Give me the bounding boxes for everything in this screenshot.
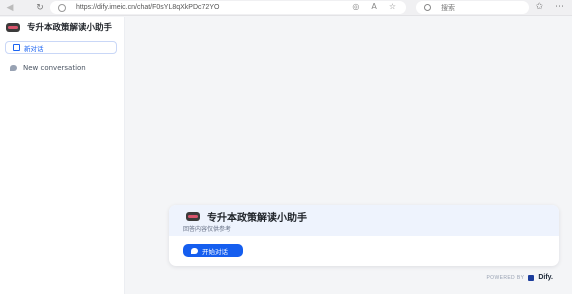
app-logo-icon xyxy=(6,22,20,32)
favorites-icon[interactable]: ✩ xyxy=(535,2,543,12)
chat-bubble-icon xyxy=(191,247,198,254)
edit-icon xyxy=(13,44,20,51)
refresh-icon[interactable]: ↻ xyxy=(33,1,47,15)
sidebar-brand: 专升本政策解读小助手 xyxy=(6,21,112,33)
more-options-icon[interactable]: ⋯ xyxy=(555,2,564,12)
welcome-card: 专升本政策解读小助手 回答内容仅供参考 开始对话 xyxy=(169,205,559,266)
url-text: https://dify.imeic.cn/chat/F0sYL8qXkPDc7… xyxy=(76,4,220,11)
welcome-title: 专升本政策解读小助手 xyxy=(207,213,307,224)
address-bar[interactable]: https://dify.imeic.cn/chat/F0sYL8qXkPDc7… xyxy=(50,1,406,14)
chat-bubble-icon xyxy=(10,65,17,71)
read-aloud-icon[interactable]: A xyxy=(371,2,376,11)
browser-search-input[interactable]: 搜索 xyxy=(416,1,529,14)
dify-brand: Dify. xyxy=(538,274,553,281)
favorite-star-icon[interactable]: ☆ xyxy=(389,2,396,11)
search-icon xyxy=(424,4,431,11)
browser-toolbar: ◀ ↻ https://dify.imeic.cn/chat/F0sYL8qXk… xyxy=(0,0,572,16)
back-arrow-icon[interactable]: ◀ xyxy=(3,1,17,15)
site-info-icon[interactable] xyxy=(58,3,66,12)
welcome-card-header: 专升本政策解读小助手 回答内容仅供参考 xyxy=(169,205,559,236)
sidebar-item-conversation[interactable]: New conversation xyxy=(10,64,86,72)
powered-by-text: POWERED BY xyxy=(486,274,525,281)
start-chat-label: 开始对话 xyxy=(202,247,228,256)
sidebar: 专升本政策解读小助手 新对话 New conversation xyxy=(0,17,125,294)
dify-logo-icon xyxy=(528,274,535,281)
powered-by: POWERED BY Dify. xyxy=(486,274,553,281)
conversation-label: New conversation xyxy=(23,64,86,72)
new-chat-button[interactable]: 新对话 xyxy=(5,41,117,54)
start-chat-button[interactable]: 开始对话 xyxy=(183,244,243,257)
new-chat-label: 新对话 xyxy=(24,44,44,53)
welcome-subtitle: 回答内容仅供参考 xyxy=(183,226,232,233)
app-title: 专升本政策解读小助手 xyxy=(27,23,113,33)
tracking-icon[interactable]: ◎ xyxy=(352,2,359,11)
app-logo-icon xyxy=(186,212,200,221)
